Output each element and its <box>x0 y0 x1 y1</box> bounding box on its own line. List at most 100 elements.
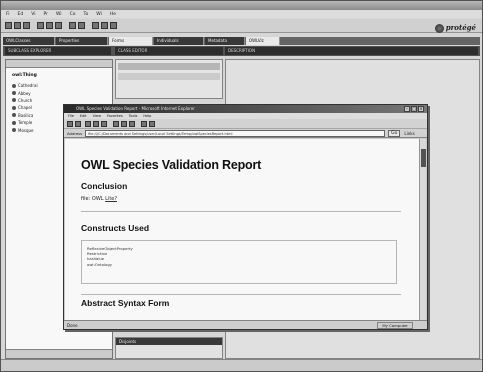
class-node-icon <box>12 120 16 125</box>
refresh-icon[interactable] <box>93 121 99 127</box>
class-node-icon <box>12 128 16 133</box>
browser-status-bar: Done My Computer <box>64 320 427 329</box>
scrollbar-thumb[interactable] <box>421 149 426 167</box>
class-editor-header: CLASS EDITOR <box>115 47 223 55</box>
security-zone: My Computer <box>377 322 413 329</box>
search-icon[interactable] <box>113 121 119 127</box>
history-icon[interactable] <box>129 121 135 127</box>
menu-item[interactable]: Vi <box>31 12 35 17</box>
tree-item[interactable]: Church <box>12 97 38 104</box>
vertical-scrollbar[interactable] <box>419 139 426 321</box>
address-bar: Address file:///C:/Documents and Setting… <box>64 129 427 138</box>
links-button[interactable]: Links <box>404 131 414 136</box>
copy-icon[interactable] <box>46 22 53 29</box>
class-name-field[interactable] <box>118 63 220 70</box>
class-node-icon <box>12 98 16 103</box>
subclass-explorer-header: SUBCLASS EXPLORER <box>5 47 111 55</box>
menu-item[interactable]: Co <box>70 12 76 17</box>
app-title-bar <box>1 1 482 10</box>
conclusion-heading: Conclusion <box>81 181 128 191</box>
tab-owl-classes[interactable]: OWLClasses <box>3 37 55 45</box>
construct-item: owl:Ontology <box>87 261 113 267</box>
conclusion-prefix: file: OWL <box>81 196 106 202</box>
print-icon[interactable] <box>149 121 155 127</box>
maximize-icon[interactable]: □ <box>411 106 417 112</box>
go-button[interactable]: Go <box>388 129 401 137</box>
app-toolbar <box>1 19 482 33</box>
class-node-icon <box>12 91 16 96</box>
cut-icon[interactable] <box>37 22 44 29</box>
new-file-icon[interactable] <box>5 22 12 29</box>
class-tree-toolbar <box>6 60 112 68</box>
class-node-icon <box>12 113 16 118</box>
minimize-icon[interactable]: – <box>404 106 410 112</box>
menu-item[interactable]: Fi <box>6 12 10 17</box>
page-title: OWL Species Validation Report <box>81 158 262 172</box>
section-divider <box>81 211 401 212</box>
forward-icon[interactable] <box>110 22 117 29</box>
open-file-icon[interactable] <box>14 22 21 29</box>
close-icon[interactable]: × <box>418 106 424 112</box>
class-tree: Cathedral Abbey Church Chapel Basilica T… <box>12 82 38 134</box>
class-node-icon <box>12 83 16 88</box>
logo-icon <box>434 23 444 33</box>
forward-icon[interactable] <box>75 121 81 127</box>
address-label: Address <box>67 130 83 136</box>
save-icon[interactable] <box>23 22 30 29</box>
menu-item[interactable]: He <box>110 12 116 17</box>
constructs-list: ReflexiveObjectProperty Restriction hasV… <box>81 240 397 284</box>
disjoints-pane: Disjoints <box>115 337 223 359</box>
tab-owlviz[interactable]: OWLViz <box>246 37 280 45</box>
undo-icon[interactable] <box>69 22 76 29</box>
tab-forms[interactable]: Forms <box>109 37 153 45</box>
tree-item[interactable]: Abbey <box>12 89 38 96</box>
section-divider <box>81 294 401 295</box>
back-icon[interactable] <box>101 22 108 29</box>
tab-metadata[interactable]: Metadata <box>205 37 245 45</box>
logo-text: protégé <box>445 23 476 32</box>
constructs-heading: Constructs Used <box>81 223 150 233</box>
tree-root[interactable]: owl:Thing <box>12 73 37 78</box>
conclusion-text: file: OWL Lite? <box>81 196 117 202</box>
app-menu-bar: Fi Ed Vi Pr Wi Co To Wi He <box>1 10 482 18</box>
report-browser-window: OWL Species Validation Report - Microsof… <box>63 104 428 330</box>
browser-title: OWL Species Validation Report - Microsof… <box>76 106 195 111</box>
menu-item[interactable]: To <box>83 12 88 17</box>
report-page: OWL Species Validation Report Conclusion… <box>65 139 419 321</box>
tree-item[interactable]: Temple <box>12 119 38 126</box>
menu-item[interactable]: Pr <box>43 12 48 17</box>
paste-icon[interactable] <box>55 22 62 29</box>
class-node-icon <box>12 105 16 110</box>
browser-title-bar: OWL Species Validation Report - Microsof… <box>64 105 427 113</box>
class-editor-toolbar <box>118 73 220 80</box>
conclusion-link[interactable]: Lite? <box>105 196 117 202</box>
menu-item[interactable]: Ed <box>18 12 24 17</box>
class-editor-pane <box>115 59 223 99</box>
tree-item[interactable]: Cathedral <box>12 82 38 89</box>
address-input[interactable]: file:///C:/Documents and Settings/user/L… <box>85 129 386 137</box>
back-icon[interactable] <box>67 121 73 127</box>
menu-item[interactable]: Wi <box>56 12 62 17</box>
redo-icon[interactable] <box>78 22 85 29</box>
tree-item[interactable]: Chapel <box>12 104 38 111</box>
tree-item[interactable]: Basilica <box>12 112 38 119</box>
subpanel-header-bar: SUBCLASS EXPLORER CLASS EDITOR DESCRIPTI… <box>3 46 480 56</box>
description-header: DESCRIPTION <box>225 47 478 55</box>
window-buttons: – □ × <box>404 106 424 112</box>
tab-properties[interactable]: Properties <box>56 37 108 45</box>
protege-logo: protégé <box>434 23 476 33</box>
disjoints-header: Disjoints <box>116 338 222 345</box>
browser-toolbar <box>64 119 427 129</box>
tab-individuals[interactable]: Individuals <box>154 37 204 45</box>
find-icon[interactable] <box>92 22 99 29</box>
mail-icon[interactable] <box>141 121 147 127</box>
tab-strip: OWLClasses Properties Forms Individuals … <box>3 37 480 45</box>
app-status-bar <box>1 359 482 371</box>
tree-item[interactable]: Mosque <box>12 126 38 133</box>
menu-item[interactable]: Wi <box>96 12 102 17</box>
abstract-syntax-heading: Abstract Syntax Form <box>81 298 170 308</box>
home-icon[interactable] <box>101 121 107 127</box>
favorites-icon[interactable] <box>121 121 127 127</box>
status-text: Done <box>67 323 78 328</box>
stop-icon[interactable] <box>85 121 91 127</box>
